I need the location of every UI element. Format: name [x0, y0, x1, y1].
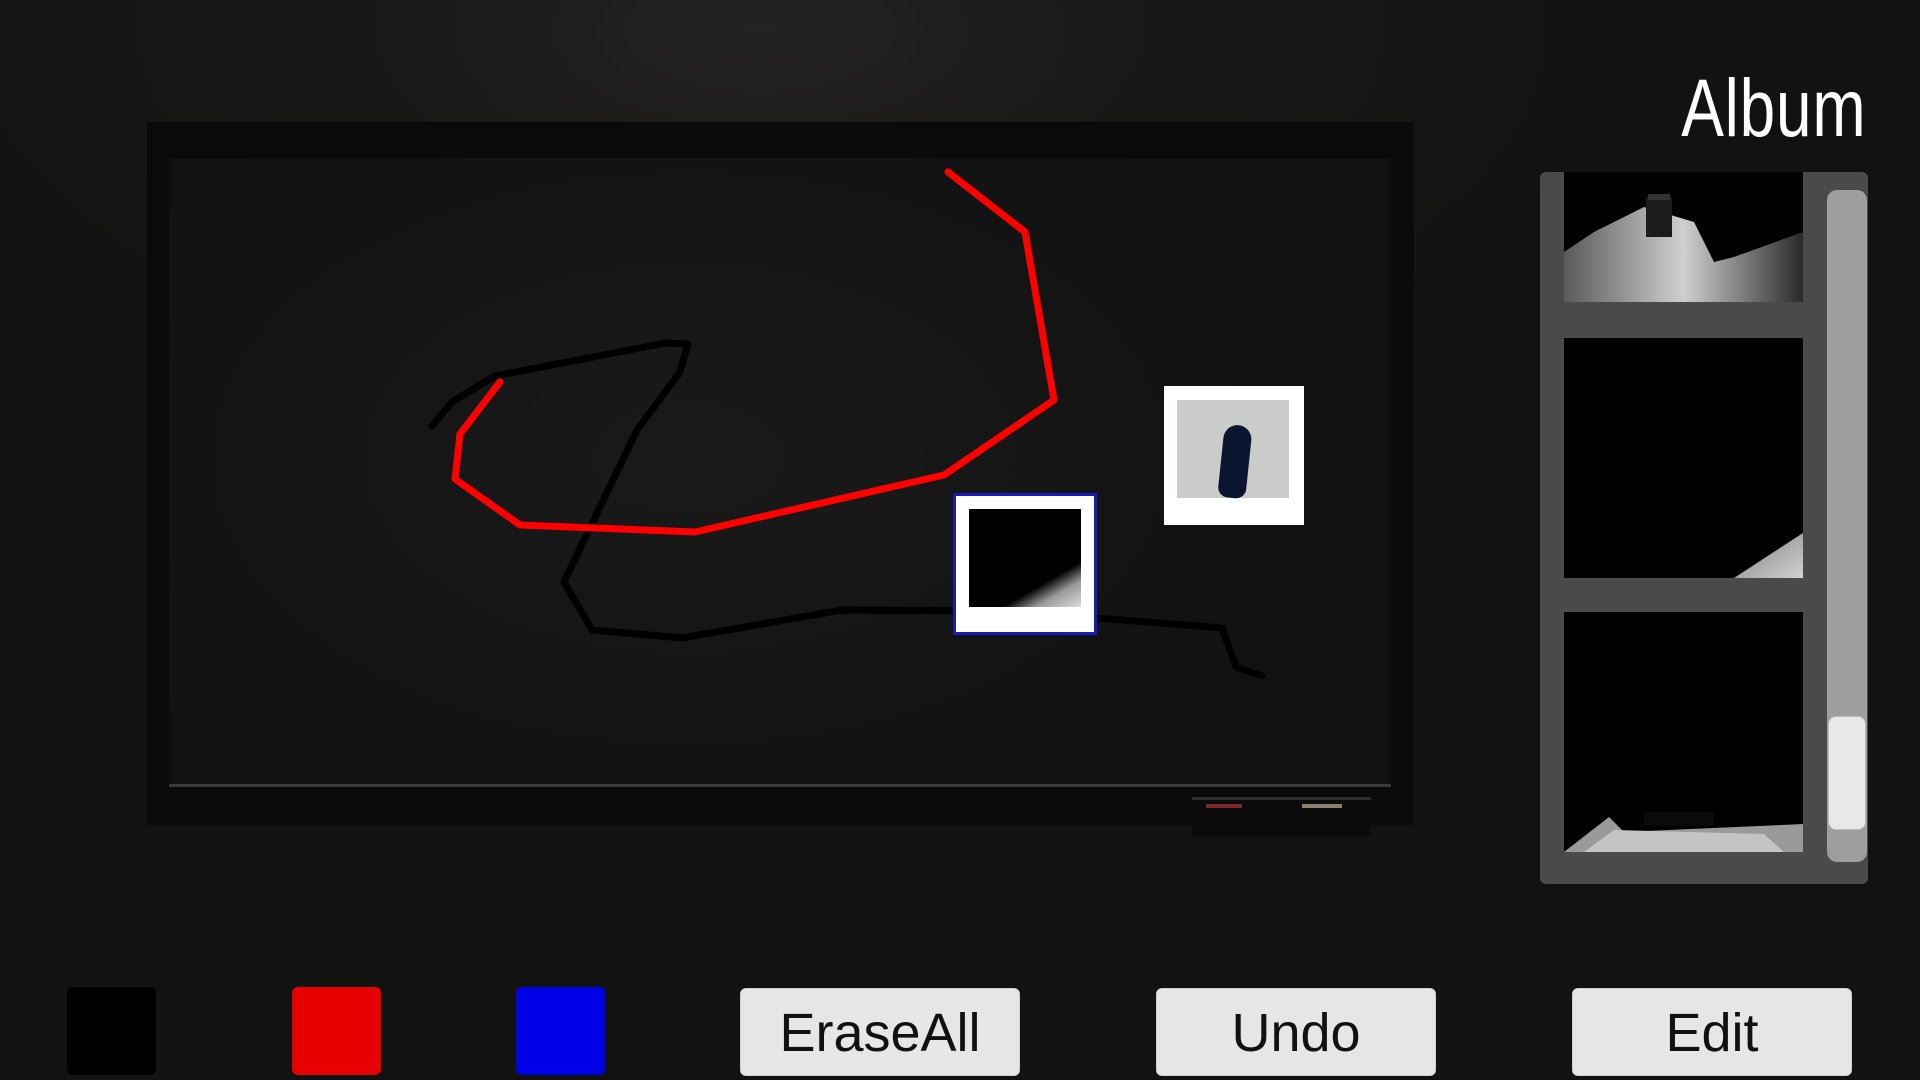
album-thumbnail[interactable]	[1564, 612, 1803, 852]
edit-button[interactable]: Edit	[1572, 988, 1852, 1076]
undo-button[interactable]: Undo	[1156, 988, 1436, 1076]
color-swatch-blue[interactable]	[516, 987, 605, 1075]
album-thumbnail[interactable]	[1564, 172, 1803, 302]
thumbnail-image	[1564, 172, 1803, 302]
album-scrollbar[interactable]	[1827, 190, 1867, 862]
album-scroll-handle[interactable]	[1828, 716, 1866, 830]
album-panel	[1540, 172, 1868, 884]
thumbnail-image	[1564, 338, 1803, 578]
photo-image	[1177, 400, 1289, 500]
stroke-black	[428, 339, 1266, 680]
photo-object	[1217, 423, 1253, 500]
erase-all-button[interactable]: EraseAll	[740, 988, 1020, 1076]
thumbnail-image	[1564, 612, 1803, 852]
photo-image	[969, 509, 1081, 607]
color-swatch-black[interactable]	[67, 987, 156, 1075]
app-window: Album EraseAll Undo Edit	[0, 0, 1920, 1080]
album-title: Album	[1680, 63, 1866, 154]
color-swatch-red[interactable]	[292, 987, 381, 1075]
placed-photo[interactable]	[1164, 386, 1304, 525]
album-thumbnail[interactable]	[1564, 338, 1803, 578]
placed-photo-selected[interactable]	[953, 493, 1097, 635]
stroke-red	[451, 168, 1058, 536]
